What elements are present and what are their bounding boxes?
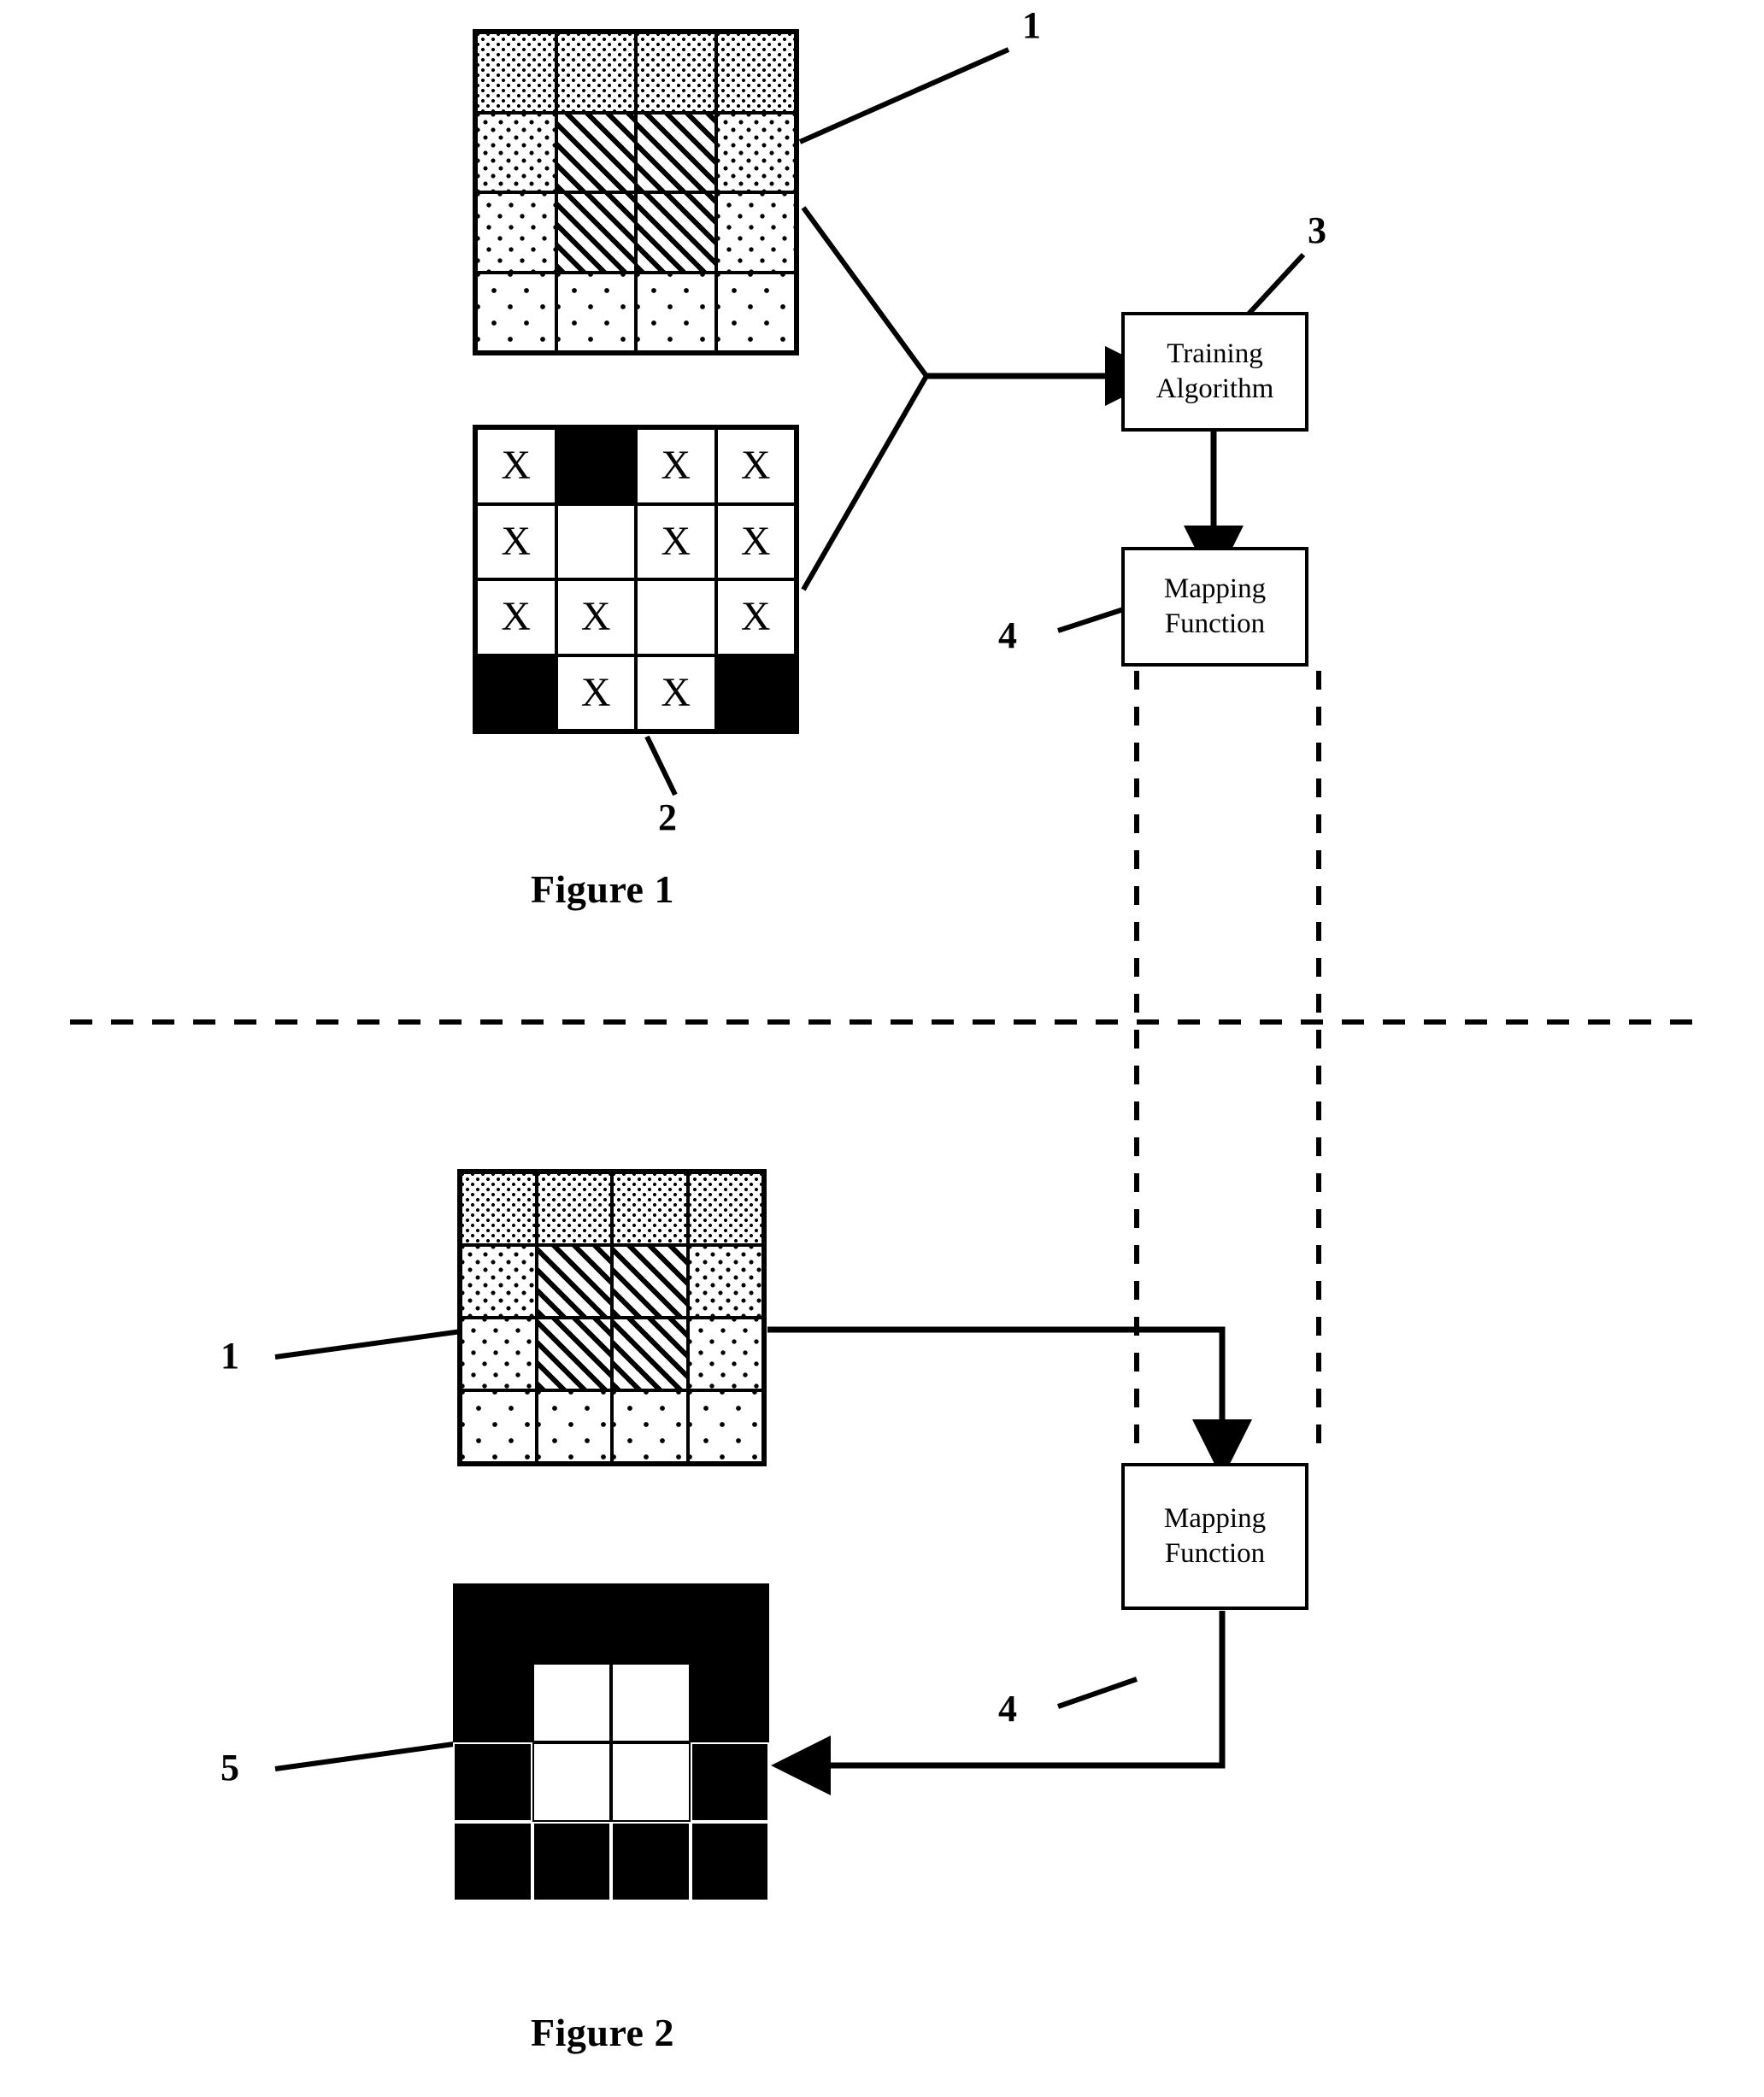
grid-cell-x: X [556,655,636,731]
grid-cell [612,1172,688,1245]
mapping-function-label-line2: Function [1164,608,1266,639]
grid-cell [715,32,796,113]
connector-lines-layer [70,47,1709,1795]
grid-cell [536,1172,612,1245]
figure2-output-binary-grid [453,1583,769,1901]
grid-cell-black [556,428,636,504]
output-cell-black [532,1822,611,1901]
output-cell-black [690,1663,769,1742]
reference-numeral-1-bottom: 1 [220,1335,239,1377]
merge-line-from-label-grid [801,374,929,591]
output-cell-white [611,1663,691,1742]
grid-cell-x: X [715,428,796,504]
reference-numeral-4-bottom: 4 [998,1688,1017,1730]
output-cell-black [611,1583,691,1663]
grid-cell [636,192,716,273]
mapping-function-label-line1: Mapping [1163,1503,1267,1534]
output-cell-black [453,1663,532,1742]
patent-figure-sheet: 1 X X X X X X X X X X X 2 3 Training Alg… [0,0,1764,2097]
grid-cell [536,1390,612,1463]
grid-cell-x: X [476,503,556,579]
reference-numeral-5: 5 [220,1747,239,1789]
grid-cell [636,112,716,192]
grid-cell [476,32,556,113]
figure2-input-image-grid [457,1169,767,1466]
reference-numeral-1-top: 1 [1022,4,1041,46]
leader-line-4-bottom [1057,1677,1138,1709]
mapping-function-box-figure2[interactable]: Mapping Function [1121,1463,1308,1610]
grid-cell [556,112,636,192]
grid-cell [461,1318,537,1390]
figure1-label-grid: X X X X X X X X X X X [473,425,799,734]
training-algorithm-label-line1: Training [1167,338,1263,369]
grid-cell [612,1318,688,1390]
grid-cell [536,1245,612,1318]
grid-cell-x: X [715,579,796,655]
path-input-to-mapping [767,1326,1252,1479]
path-mapping-to-output [771,1611,1226,1795]
reference-numeral-2: 2 [658,796,677,838]
grid-cell-x: X [636,655,716,731]
output-cell-black [453,1822,532,1901]
output-cell-white [611,1742,691,1822]
output-cell-black [453,1583,532,1663]
training-algorithm-label-line2: Algorithm [1155,373,1274,404]
grid-cell [687,1318,763,1390]
grid-cell-empty [636,579,716,655]
grid-cell [476,272,556,352]
grid-cell-black [715,655,796,731]
grid-cell [687,1245,763,1318]
grid-cell [687,1390,763,1463]
grid-cell-x: X [636,503,716,579]
grid-cell [715,192,796,273]
grid-cell [636,32,716,113]
grid-cell [687,1172,763,1245]
grid-cell [636,272,716,352]
output-cell-black [690,1583,769,1663]
figure1-caption: Figure 1 [531,867,674,911]
figure2-caption: Figure 2 [531,2011,674,2054]
grid-cell-x: X [636,428,716,504]
grid-cell [556,192,636,273]
training-algorithm-box[interactable]: Training Algorithm [1121,312,1308,432]
grid-cell [556,272,636,352]
output-cell-black [532,1583,611,1663]
output-cell-white [532,1742,611,1822]
leader-line-1-bottom [274,1329,462,1360]
grid-cell [715,272,796,352]
output-cell-black [611,1822,691,1901]
figure1-input-image-grid [473,29,799,355]
reference-numeral-3: 3 [1308,209,1326,251]
output-cell-black [690,1742,769,1822]
leader-line-2 [644,735,678,796]
grid-cell [461,1172,537,1245]
output-cell-black [690,1822,769,1901]
grid-cell-x: X [715,503,796,579]
grid-cell [461,1390,537,1463]
grid-cell [476,192,556,273]
grid-cell [612,1245,688,1318]
grid-cell [536,1318,612,1390]
grid-cell [476,112,556,192]
grid-cell [612,1390,688,1463]
leader-line-1-top [798,47,1010,144]
grid-cell [461,1245,537,1318]
grid-cell-black [476,655,556,731]
merge-line-from-input-grid [801,206,929,378]
reference-numeral-4-top: 4 [998,614,1017,656]
grid-cell-x: X [476,579,556,655]
grid-cell [715,112,796,192]
grid-cell-x: X [476,428,556,504]
grid-cell [556,32,636,113]
output-cell-black [453,1742,532,1822]
mapping-function-label-line1: Mapping [1163,573,1267,604]
output-cell-white [532,1663,611,1742]
grid-cell-empty [556,503,636,579]
grid-cell-x: X [556,579,636,655]
leader-line-5 [274,1741,461,1771]
mapping-function-label-line2: Function [1164,1538,1266,1569]
mapping-function-box-figure1[interactable]: Mapping Function [1121,547,1308,667]
